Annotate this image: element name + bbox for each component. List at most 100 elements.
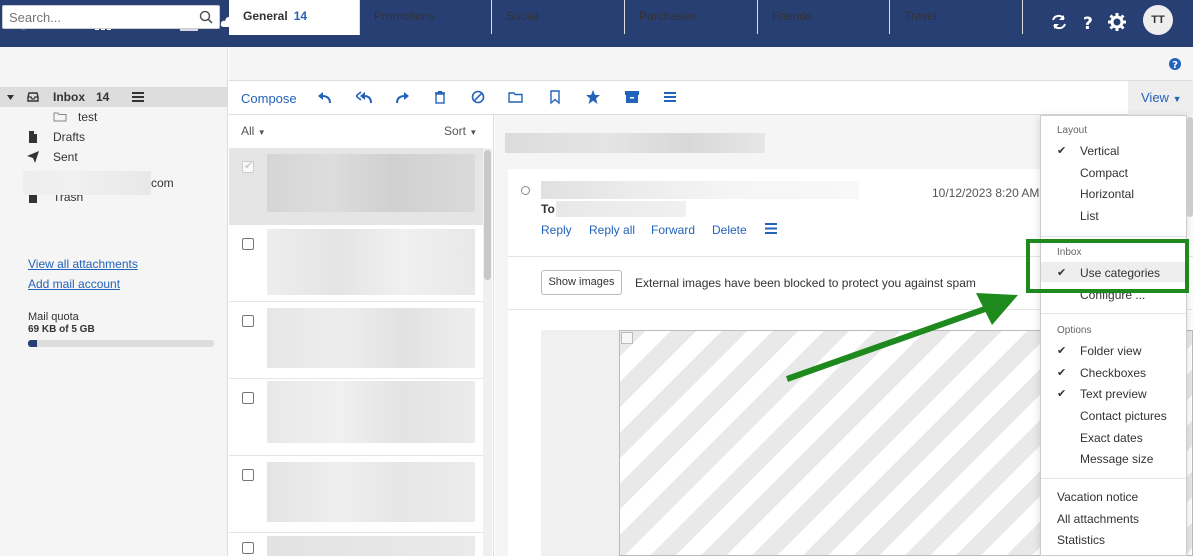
- checkmark-icon: ✔: [1057, 388, 1067, 400]
- sidebar-item-inbox[interactable]: Inbox 14: [0, 87, 228, 107]
- select-all-dropdown[interactable]: All ▼: [241, 124, 266, 138]
- show-images-button[interactable]: Show images: [541, 270, 622, 295]
- menu-item-checkboxes[interactable]: Checkboxes: [1080, 366, 1146, 380]
- list-item[interactable]: [229, 456, 483, 533]
- inbox-icon: [27, 92, 39, 102]
- checkmark-icon: ✔: [1057, 145, 1067, 157]
- send-icon: [27, 151, 39, 163]
- more-menu-icon[interactable]: [662, 89, 678, 105]
- svg-text:?: ?: [1083, 14, 1093, 32]
- gear-icon[interactable]: [1107, 12, 1127, 32]
- menu-item-text-preview[interactable]: Text preview: [1080, 387, 1147, 401]
- reply-all-button[interactable]: Reply all: [589, 223, 635, 237]
- menu-item-vacation-notice[interactable]: Vacation notice: [1057, 490, 1138, 504]
- menu-item-contact-pictures[interactable]: Contact pictures: [1080, 409, 1167, 423]
- reply-icon[interactable]: [317, 89, 333, 105]
- menu-item-list[interactable]: List: [1080, 209, 1099, 223]
- checkmark-icon: ✔: [1057, 345, 1067, 357]
- tab-purchases[interactable]: Purchases: [625, 0, 758, 34]
- add-mail-account-link[interactable]: Add mail account: [28, 277, 120, 291]
- message-checkbox[interactable]: ✔: [242, 160, 254, 173]
- sidebar-item-label: Sent: [53, 150, 78, 164]
- annotation-highlight-box: [1026, 239, 1189, 293]
- tab-travel[interactable]: Travel: [890, 0, 1023, 34]
- message-checkbox[interactable]: [242, 392, 254, 404]
- list-item[interactable]: [229, 225, 483, 302]
- list-item[interactable]: [229, 302, 483, 379]
- menu-scrollbar[interactable]: [1187, 117, 1193, 217]
- menu-item-exact-dates[interactable]: Exact dates: [1080, 431, 1143, 445]
- menu-item-statistics[interactable]: Statistics: [1057, 533, 1105, 547]
- message-checkbox[interactable]: [242, 315, 254, 327]
- menu-divider: [1041, 313, 1186, 314]
- forward-icon[interactable]: [394, 89, 410, 105]
- list-item[interactable]: [229, 533, 483, 556]
- sidebar-item-sent[interactable]: Sent: [0, 147, 228, 167]
- help-icon[interactable]: ?: [1079, 12, 1099, 32]
- sidebar-item-test[interactable]: test: [0, 107, 228, 127]
- redacted-message-preview: [267, 154, 475, 212]
- tab-label: Purchases: [639, 9, 696, 23]
- unread-count: 14: [96, 90, 110, 104]
- redacted-message-preview: [267, 308, 475, 368]
- menu-item-message-size[interactable]: Message size: [1080, 452, 1153, 466]
- tab-friends[interactable]: Friends: [758, 0, 890, 34]
- caret-down-icon[interactable]: [6, 93, 15, 102]
- menu-item-horizontal[interactable]: Horizontal: [1080, 187, 1134, 201]
- sort-dropdown[interactable]: Sort ▼: [444, 124, 477, 138]
- tab-label: Social: [506, 9, 539, 23]
- tab-promotions[interactable]: Promotions: [360, 0, 492, 34]
- list-scroll-thumb[interactable]: [484, 150, 491, 280]
- question-circle-icon[interactable]: ?: [1168, 57, 1182, 71]
- menu-item-vertical[interactable]: Vertical: [1080, 144, 1119, 158]
- delete-icon[interactable]: [432, 89, 448, 105]
- checkmark-icon: ✔: [244, 160, 254, 172]
- search-input[interactable]: [2, 5, 220, 29]
- compose-button[interactable]: Compose: [241, 91, 297, 106]
- tab-general[interactable]: General 14: [229, 0, 360, 35]
- menu-item-compact[interactable]: Compact: [1080, 166, 1128, 180]
- options-section-header: Options: [1057, 325, 1092, 336]
- redacted-message-preview: [267, 462, 475, 522]
- list-item[interactable]: ✔: [229, 148, 483, 225]
- bookmark-icon[interactable]: [547, 89, 563, 105]
- list-item[interactable]: [229, 379, 483, 456]
- tab-label: Friends: [772, 9, 813, 23]
- category-tabs: [229, 47, 1193, 81]
- search-icon[interactable]: [199, 10, 213, 24]
- redacted-subject: [505, 133, 765, 153]
- move-folder-icon[interactable]: [508, 89, 524, 105]
- tab-count: 14: [293, 9, 308, 23]
- reply-button[interactable]: Reply: [541, 223, 572, 237]
- block-icon[interactable]: [470, 89, 486, 105]
- reply-all-icon[interactable]: [356, 89, 372, 105]
- unread-toggle[interactable]: [521, 186, 530, 195]
- sidebar-item-label: Inbox: [53, 90, 85, 104]
- redacted-message-preview: [267, 381, 475, 443]
- message-checkbox[interactable]: [242, 542, 254, 554]
- menu-icon[interactable]: [132, 92, 144, 102]
- view-all-attachments-link[interactable]: View all attachments: [28, 257, 138, 271]
- caret-down-icon: ▼: [469, 128, 478, 137]
- avatar[interactable]: TT: [1143, 5, 1173, 35]
- sidebar-item-drafts[interactable]: Drafts: [0, 127, 228, 147]
- quota-bar: [28, 340, 214, 347]
- menu-item-folder-view[interactable]: Folder view: [1080, 344, 1141, 358]
- message-checkbox[interactable]: [242, 238, 254, 250]
- folder-icon: [53, 112, 67, 122]
- sidebar-item-label: Drafts: [53, 130, 86, 144]
- refresh-icon[interactable]: [1049, 12, 1069, 32]
- redacted-sender: [541, 181, 859, 199]
- mail-toolbar: [229, 81, 1193, 115]
- more-actions-icon[interactable]: [765, 223, 777, 234]
- redacted-message-preview: [267, 536, 475, 556]
- forward-button[interactable]: Forward: [651, 223, 695, 237]
- tab-social[interactable]: Social: [492, 0, 625, 34]
- message-checkbox[interactable]: [242, 469, 254, 481]
- view-menu-button[interactable]: View ▼: [1128, 81, 1193, 115]
- menu-item-all-attachments[interactable]: All attachments: [1057, 512, 1139, 526]
- star-icon[interactable]: [585, 89, 601, 105]
- all-label: All: [241, 124, 255, 138]
- delete-button[interactable]: Delete: [712, 223, 747, 237]
- archive-icon[interactable]: [624, 89, 640, 105]
